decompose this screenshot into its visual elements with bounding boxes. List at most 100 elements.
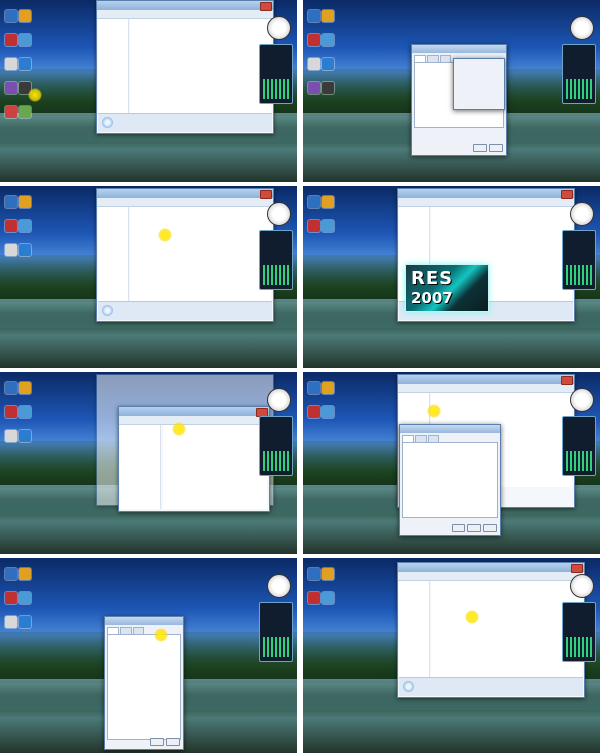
archive-options-dialog[interactable]	[399, 424, 501, 536]
app-icon[interactable]	[5, 196, 17, 208]
app-icon[interactable]	[322, 10, 334, 22]
ok-button[interactable]	[150, 738, 165, 746]
app-icon[interactable]	[19, 382, 31, 394]
cancel-button[interactable]	[166, 738, 180, 746]
folder-tree[interactable]	[120, 425, 161, 509]
app-icon[interactable]	[5, 220, 17, 232]
app-icon[interactable]	[308, 10, 320, 22]
window-titlebar[interactable]	[119, 407, 269, 416]
window-toolbar[interactable]	[398, 198, 574, 207]
app-icon[interactable]	[19, 58, 31, 70]
app-icon[interactable]	[308, 568, 320, 580]
file-list[interactable]	[130, 19, 271, 113]
window-titlebar[interactable]	[398, 563, 584, 572]
cancel-button[interactable]	[467, 524, 482, 532]
explorer-window[interactable]	[96, 0, 274, 134]
dialog-titlebar[interactable]	[400, 425, 500, 433]
close-button[interactable]	[571, 564, 583, 573]
window-toolbar[interactable]	[398, 572, 584, 581]
ok-button[interactable]	[473, 144, 488, 152]
tab[interactable]	[402, 435, 414, 442]
app-icon[interactable]	[5, 106, 17, 118]
app-icon[interactable]	[19, 406, 31, 418]
explorer-window[interactable]	[397, 562, 585, 698]
app-icon[interactable]	[5, 382, 17, 394]
app-icon[interactable]	[19, 34, 31, 46]
tab[interactable]	[427, 435, 440, 442]
close-button[interactable]	[561, 376, 573, 385]
app-icon[interactable]	[5, 406, 17, 418]
dialog-titlebar[interactable]	[105, 617, 183, 625]
window-titlebar[interactable]	[97, 1, 273, 10]
app-icon[interactable]	[19, 568, 31, 580]
close-button[interactable]	[260, 2, 272, 11]
help-button[interactable]	[483, 524, 497, 532]
window-titlebar[interactable]	[398, 189, 574, 198]
tab[interactable]	[119, 627, 132, 634]
context-menu[interactable]	[453, 58, 505, 110]
dialog-buttons	[148, 738, 180, 746]
explorer-window[interactable]	[96, 188, 274, 322]
app-icon[interactable]	[5, 616, 17, 628]
navigation-pane[interactable]	[98, 207, 129, 301]
app-icon[interactable]	[5, 244, 17, 256]
tab[interactable]	[132, 627, 145, 634]
app-icon[interactable]	[308, 406, 320, 418]
window-titlebar[interactable]	[398, 375, 574, 384]
file-list[interactable]	[431, 581, 582, 677]
navigation-pane[interactable]	[98, 19, 129, 113]
app-icon[interactable]	[322, 406, 334, 418]
app-icon[interactable]	[5, 430, 17, 442]
app-icon[interactable]	[322, 58, 334, 70]
cancel-button[interactable]	[489, 144, 503, 152]
app-icon[interactable]	[5, 82, 17, 94]
window-titlebar[interactable]	[97, 189, 273, 198]
app-icon[interactable]	[322, 592, 334, 604]
app-icon[interactable]	[5, 58, 17, 70]
dialog-titlebar[interactable]	[412, 45, 506, 53]
app-icon[interactable]	[5, 34, 17, 46]
window-toolbar[interactable]	[398, 384, 574, 393]
tab[interactable]	[414, 55, 426, 62]
app-icon[interactable]	[308, 196, 320, 208]
close-button[interactable]	[260, 190, 272, 199]
app-icon[interactable]	[308, 220, 320, 232]
app-icon[interactable]	[308, 592, 320, 604]
app-icon[interactable]	[308, 34, 320, 46]
app-icon[interactable]	[322, 34, 334, 46]
app-icon[interactable]	[308, 82, 320, 94]
tab[interactable]	[107, 627, 119, 634]
ok-button[interactable]	[451, 524, 466, 532]
app-icon[interactable]	[19, 430, 31, 442]
archive-file-list[interactable]	[163, 425, 267, 509]
app-icon[interactable]	[322, 220, 334, 232]
close-button[interactable]	[561, 190, 573, 199]
archive-window[interactable]	[118, 406, 270, 512]
app-icon[interactable]	[5, 10, 17, 22]
file-list[interactable]	[130, 207, 271, 301]
app-icon[interactable]	[308, 382, 320, 394]
app-icon[interactable]	[19, 592, 31, 604]
app-icon[interactable]	[19, 106, 31, 118]
app-icon[interactable]	[322, 568, 334, 580]
app-icon[interactable]	[19, 196, 31, 208]
app-icon[interactable]	[322, 82, 334, 94]
app-icon[interactable]	[19, 244, 31, 256]
tab[interactable]	[439, 55, 452, 62]
gadget-meter-bars	[566, 637, 592, 657]
app-icon[interactable]	[322, 382, 334, 394]
tab[interactable]	[426, 55, 439, 62]
app-icon[interactable]	[19, 220, 31, 232]
app-icon[interactable]	[322, 196, 334, 208]
navigation-pane[interactable]	[399, 581, 430, 677]
window-toolbar[interactable]	[97, 198, 273, 207]
tab[interactable]	[414, 435, 427, 442]
app-icon[interactable]	[308, 58, 320, 70]
app-icon[interactable]	[5, 568, 17, 580]
window-toolbar[interactable]	[97, 10, 273, 19]
app-icon[interactable]	[19, 10, 31, 22]
window-toolbar[interactable]	[119, 416, 269, 425]
app-icon[interactable]	[19, 616, 31, 628]
app-icon[interactable]	[5, 592, 17, 604]
archive-name-dialog[interactable]	[104, 616, 184, 750]
